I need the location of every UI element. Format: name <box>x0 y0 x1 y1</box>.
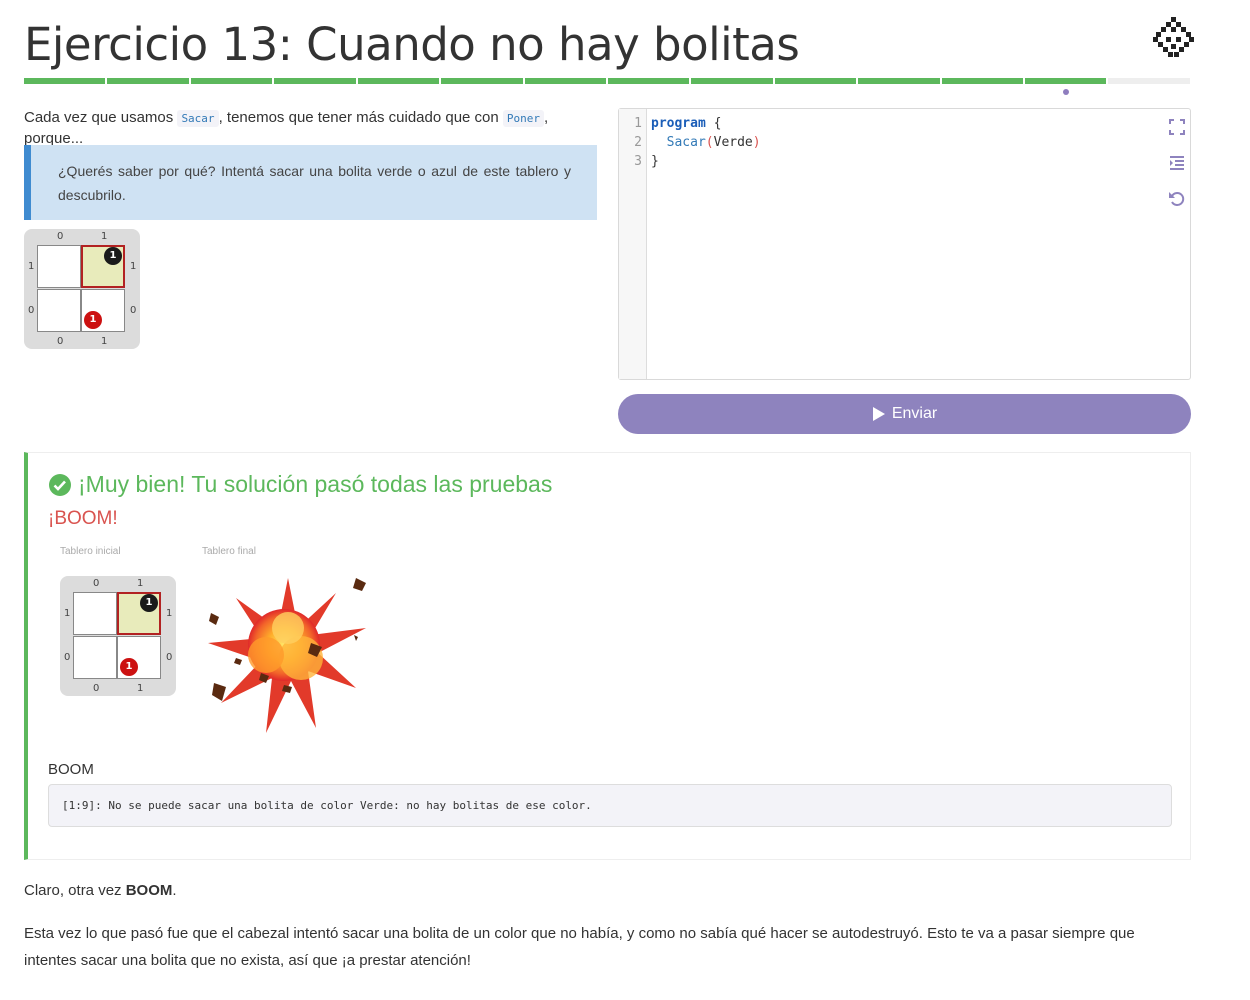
exercise-progress-bar <box>24 78 1190 84</box>
code-paren: ( <box>705 135 714 150</box>
explanation-2: Esta vez lo que pasó fue que el cabezal … <box>24 925 1135 969</box>
result-initial-board: 0011110011 <box>60 576 176 696</box>
board-cell <box>73 592 117 635</box>
progress-segment[interactable] <box>691 78 773 84</box>
progress-segment[interactable] <box>524 78 606 84</box>
black-ball-counter: 1 <box>140 594 158 612</box>
line-number: 3 <box>634 154 642 169</box>
board-coordinate-label: 1 <box>101 336 108 347</box>
board-coordinate-label: 1 <box>101 231 108 242</box>
line-number: 2 <box>634 135 642 150</box>
play-icon <box>872 407 885 421</box>
board-coordinate-label: 1 <box>64 608 71 619</box>
red-ball-counter: 1 <box>84 311 102 329</box>
intro-before: Cada vez que usamos <box>24 109 174 126</box>
board-cell <box>37 289 81 332</box>
line-numbers: 1 2 3 <box>619 109 647 379</box>
explanation-1-bold: BOOM <box>125 882 173 899</box>
intro-text: Cada vez que usamos Sacar, tenemos que t… <box>24 108 604 149</box>
progress-segment[interactable] <box>607 78 690 84</box>
code-brace: } <box>651 154 659 169</box>
board-coordinate-label: 0 <box>93 683 100 694</box>
final-board-caption: Tablero final <box>202 546 256 557</box>
progress-segment[interactable] <box>24 78 106 84</box>
progress-segment[interactable] <box>858 78 940 84</box>
board-coordinate-label: 1 <box>137 683 144 694</box>
board-cell <box>73 636 117 679</box>
code-brace: { <box>705 116 722 131</box>
boom-label: BOOM <box>48 761 94 778</box>
board-coordinate-label: 0 <box>57 336 64 347</box>
progress-segment[interactable] <box>1108 78 1190 84</box>
current-exercise-indicator <box>1063 89 1069 95</box>
check-circle-icon <box>49 473 71 496</box>
progress-segment[interactable] <box>357 78 440 84</box>
result-title: ¡Muy bien! Tu solución pasó todas las pr… <box>48 471 552 498</box>
indent-icon[interactable] <box>1167 153 1187 173</box>
progress-segment[interactable] <box>107 78 189 84</box>
code-editor[interactable]: 1 2 3 program { Sacar(Verde) } <box>618 108 1191 380</box>
progress-segment[interactable] <box>441 78 523 84</box>
board-coordinate-label: 1 <box>130 261 137 272</box>
reset-icon[interactable] <box>1167 189 1187 209</box>
submit-button[interactable]: Enviar <box>618 394 1191 434</box>
explosion-image <box>208 578 366 733</box>
board-coordinate-label: 1 <box>28 261 35 272</box>
line-number: 1 <box>634 116 642 131</box>
code-sacar: Sacar <box>177 110 219 127</box>
progress-segment[interactable] <box>1025 78 1107 84</box>
code-function: Sacar <box>666 135 706 150</box>
code-argument: Verde <box>713 135 753 150</box>
initial-board: 0011110011 <box>24 229 140 349</box>
progress-segment[interactable] <box>190 78 273 84</box>
progress-segment[interactable] <box>774 78 857 84</box>
board-coordinate-label: 0 <box>93 578 100 589</box>
progress-segment[interactable] <box>941 78 1024 84</box>
boom-subtitle: ¡BOOM! <box>48 508 118 529</box>
explanation-1-text: Claro, otra vez <box>24 882 126 899</box>
result-title-text: ¡Muy bien! Tu solución pasó todas las pr… <box>78 471 553 497</box>
fullscreen-icon[interactable] <box>1167 117 1187 137</box>
explanation-1: Claro, otra vez BOOM. <box>24 882 177 899</box>
initial-board-caption: Tablero inicial <box>60 546 121 557</box>
intro-middle: , tenemos que tener más cuidado que con <box>218 109 499 126</box>
black-ball-counter: 1 <box>104 247 122 265</box>
hint-callout: ¿Querés saber por qué? Intentá sacar una… <box>24 145 597 220</box>
code-keyword: program <box>651 116 706 131</box>
code-paren: ) <box>752 135 761 150</box>
red-ball-counter: 1 <box>120 658 138 676</box>
error-message: [1:9]: No se puede sacar una bolita de c… <box>48 784 1172 827</box>
board-coordinate-label: 0 <box>28 305 35 316</box>
board-coordinate-label: 0 <box>64 652 71 663</box>
result-panel: ¡Muy bien! Tu solución pasó todas las pr… <box>24 452 1191 860</box>
board-coordinate-label: 1 <box>137 578 144 589</box>
mumuki-logo-icon[interactable] <box>1152 16 1196 60</box>
hint-text: ¿Querés saber por qué? Intentá sacar una… <box>58 163 571 203</box>
board-coordinate-label: 0 <box>57 231 64 242</box>
board-cell <box>37 245 81 288</box>
page-title: Ejercicio 13: Cuando no hay bolitas <box>24 18 800 71</box>
board-coordinate-label: 0 <box>130 305 137 316</box>
board-coordinate-label: 1 <box>166 608 173 619</box>
explanation-1-suffix: . <box>172 882 177 899</box>
submit-label: Enviar <box>891 405 938 422</box>
board-coordinate-label: 0 <box>166 652 173 663</box>
code-content[interactable]: program { Sacar(Verde) } <box>651 114 761 171</box>
code-poner: Poner <box>502 110 545 127</box>
progress-segment[interactable] <box>274 78 356 84</box>
